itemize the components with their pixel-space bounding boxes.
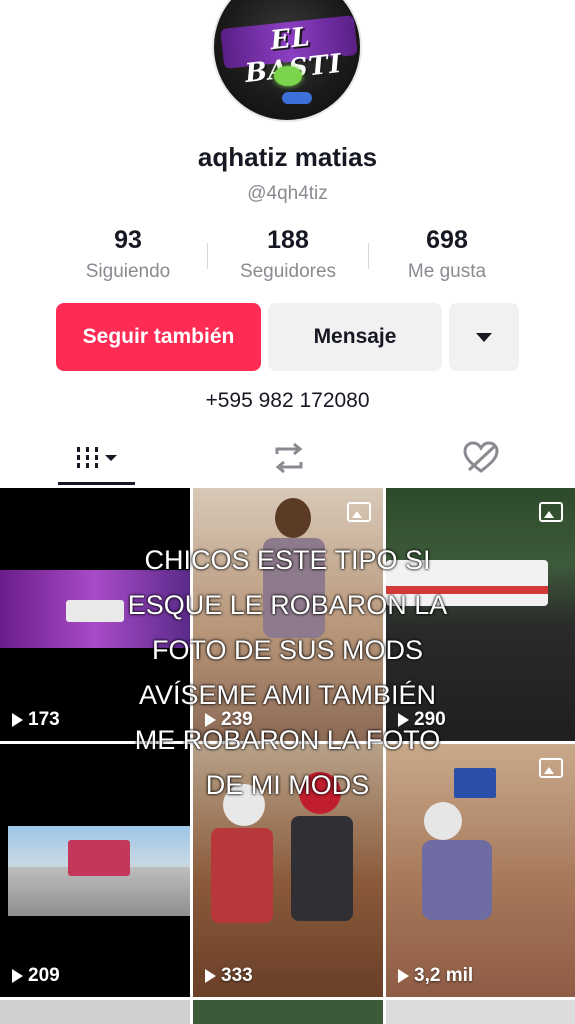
view-count-value: 3,2 mil: [414, 965, 474, 986]
photo-icon: [539, 758, 563, 778]
overlay-caption-line: AVÍSEME AMI TAMBIÉN: [138, 680, 437, 710]
profile-avatar[interactable]: EL BASTI: [212, 0, 362, 122]
video-tile[interactable]: [193, 1000, 383, 1024]
avatar-green-light: [274, 66, 302, 86]
view-count: 333: [205, 965, 253, 987]
play-icon: [12, 713, 23, 727]
view-count-value: 173: [28, 709, 60, 730]
avatar-blue-mark: [282, 92, 312, 104]
stat-followers-value: 188: [267, 226, 309, 254]
stat-following[interactable]: 93 Siguiendo: [48, 226, 208, 283]
more-options-button[interactable]: [449, 303, 519, 371]
video-tile[interactable]: [0, 1000, 190, 1024]
overlay-caption-line: FOTO DE SUS MODS: [151, 635, 424, 665]
view-count: 173: [12, 709, 60, 731]
stat-following-value: 93: [114, 226, 142, 254]
message-button[interactable]: Mensaje: [268, 303, 442, 371]
play-icon: [398, 969, 409, 983]
stat-followers[interactable]: 188 Seguidores: [208, 226, 368, 283]
photo-icon: [539, 502, 563, 522]
stat-followers-label: Seguidores: [239, 261, 337, 282]
repost-icon: [275, 442, 302, 474]
profile-handle: @4qh4tiz: [247, 183, 328, 204]
play-icon: [205, 969, 216, 983]
view-count: 3,2 mil: [398, 965, 473, 987]
thumbnail-bus: [68, 840, 130, 876]
stat-likes-value: 698: [426, 226, 468, 254]
overlay-caption-line: CHICOS ESTE TIPO SI: [144, 545, 431, 575]
overlay-caption-line: ESQUE LE ROBARON LA: [127, 590, 448, 620]
stat-likes[interactable]: 698 Me gusta: [367, 226, 527, 283]
tab-reposts[interactable]: [250, 430, 327, 486]
active-tab-indicator: [58, 482, 135, 485]
play-icon: [12, 969, 23, 983]
thumbnail-person-body: [422, 840, 492, 920]
follow-back-button[interactable]: Seguir también: [56, 303, 261, 371]
stat-likes-label: Me gusta: [407, 261, 487, 282]
view-count-value: 209: [28, 965, 60, 986]
profile-name: aqhatiz matias: [197, 142, 378, 172]
tab-videos[interactable]: [58, 430, 135, 486]
tab-liked[interactable]: [442, 430, 519, 486]
grid-icon: [76, 447, 117, 468]
view-count-value: 333: [221, 965, 253, 986]
profile-bio: +595 982 172080: [205, 389, 370, 412]
stat-following-label: Siguiendo: [85, 261, 171, 282]
profile-tabs: [0, 430, 575, 486]
view-count: 209: [12, 965, 60, 987]
liked-hidden-icon: [462, 441, 499, 473]
overlay-caption-line: DE MI MODS: [205, 770, 370, 800]
caret-down-icon: [476, 332, 492, 342]
overlay-caption: CHICOS ESTE TIPO SI ESQUE LE ROBARON LA …: [60, 538, 515, 808]
overlay-caption-line: ME ROBARON LA FOTO: [134, 725, 441, 755]
video-tile[interactable]: [386, 1000, 575, 1024]
thumbnail-person-body: [291, 816, 353, 921]
thumbnail-person-head: [275, 498, 311, 538]
thumbnail-person-body: [211, 828, 273, 923]
photo-icon: [347, 502, 371, 522]
